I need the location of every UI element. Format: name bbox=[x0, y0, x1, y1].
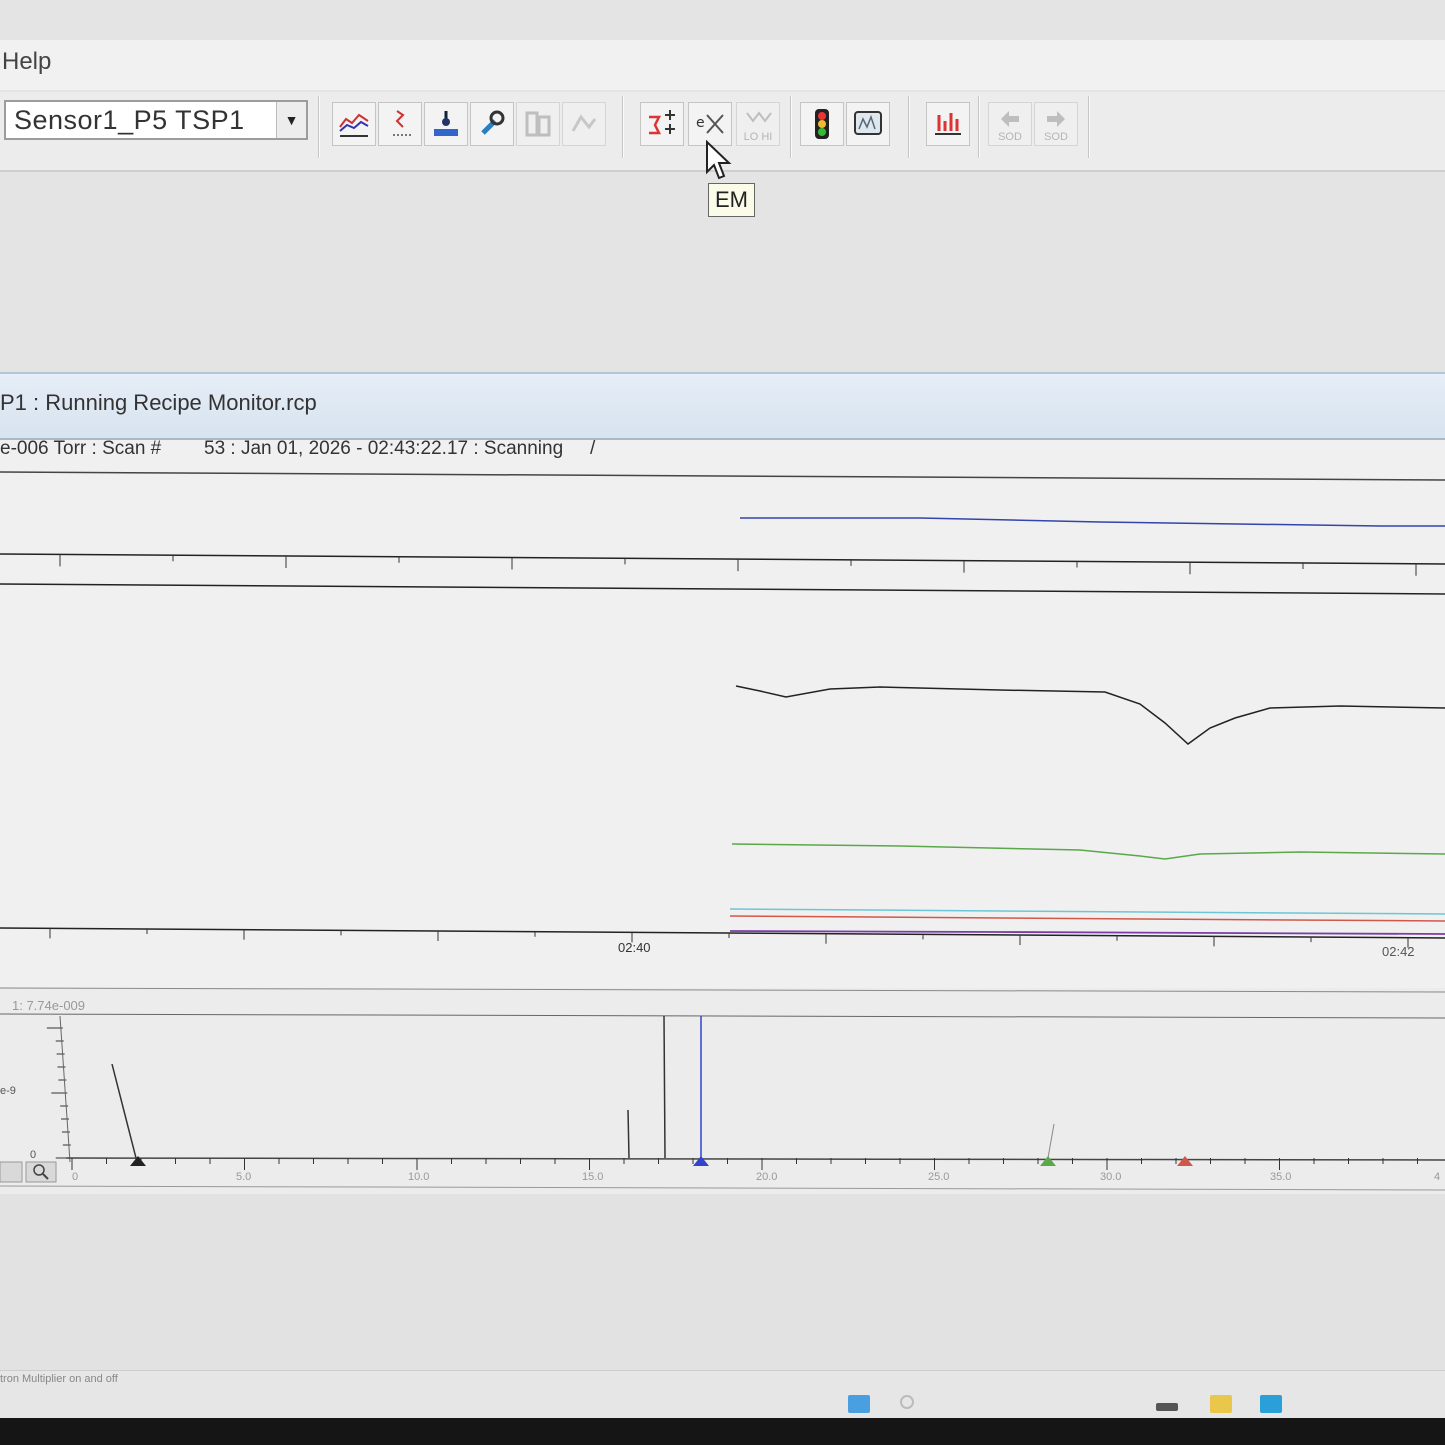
upper-trend-ticks bbox=[59, 554, 1417, 576]
toolbar-separator bbox=[908, 96, 910, 158]
calibrate-button[interactable] bbox=[516, 102, 560, 146]
status-pressure: e-006 Torr : Scan # bbox=[0, 438, 162, 459]
status-spinner: / bbox=[590, 438, 596, 459]
tune-button[interactable] bbox=[470, 102, 514, 146]
toolbar-separator bbox=[790, 96, 792, 158]
spectrum-header-label: 1: 7.74e-009 bbox=[12, 998, 85, 1013]
x-tick-label: 5.0 bbox=[236, 1171, 251, 1183]
spectrum-peak bbox=[627, 1109, 630, 1159]
upper-trend-axis bbox=[0, 553, 1445, 565]
electron-multiplier-icon: e bbox=[696, 114, 724, 134]
x-tick-label: 25.0 bbox=[928, 1171, 949, 1183]
window-title: P1 : Running Recipe Monitor.rcp bbox=[0, 390, 317, 415]
workspace-background bbox=[0, 1194, 1445, 1370]
leak-check-icon bbox=[434, 111, 458, 136]
monitor-screen-icon bbox=[854, 111, 882, 135]
analog-scan-icon bbox=[393, 110, 411, 136]
sod-forward-label: SOD bbox=[1044, 131, 1068, 143]
trend-line-red bbox=[729, 915, 1445, 922]
sod-forward-button[interactable]: SOD bbox=[1034, 102, 1078, 146]
toolbar-separator bbox=[622, 96, 624, 158]
window-title-bar: P1 : Running Recipe Monitor.rcp bbox=[0, 374, 1445, 440]
spectrum-view-button[interactable] bbox=[846, 102, 890, 146]
traffic-light-icon bbox=[815, 109, 829, 139]
filament-icon bbox=[649, 110, 675, 135]
file-explorer-icon[interactable] bbox=[1210, 1395, 1232, 1413]
menu-help[interactable]: Help bbox=[2, 48, 51, 76]
sod-back-label: SOD bbox=[998, 131, 1022, 143]
recipe-monitor-window: P1 : Running Recipe Monitor.rcp e-006 To… bbox=[0, 372, 1445, 1196]
svg-text:e: e bbox=[696, 115, 705, 131]
plot-canvas: 02:40 02:42 1: 7.74e-009 e-9 0 0 5.0 10.… bbox=[0, 471, 1445, 1196]
sensor-select[interactable]: Sensor1_P5 TSP1 ▼ bbox=[4, 100, 308, 140]
spectrum-y-label: e-9 bbox=[0, 1085, 16, 1097]
bar-chart-icon bbox=[935, 113, 961, 135]
x-tick-label: 15.0 bbox=[582, 1171, 603, 1183]
filament-button[interactable] bbox=[640, 102, 684, 146]
mouse-pointer-icon bbox=[706, 140, 732, 180]
spectrum-peak bbox=[663, 1015, 666, 1159]
task-app-icon[interactable] bbox=[1260, 1395, 1282, 1413]
start-icon[interactable] bbox=[848, 1395, 870, 1413]
toolbar-separator bbox=[318, 96, 320, 158]
toolbar-separator bbox=[978, 96, 980, 158]
bar-chart-button[interactable] bbox=[926, 102, 970, 146]
status-scan: 53 : Jan 01, 2026 - 02:43:22.17 : Scanni… bbox=[204, 438, 564, 459]
trend-line-cyan bbox=[729, 908, 1445, 915]
x-tick-label: 4 bbox=[1434, 1171, 1440, 1183]
x-tick-label: 0 bbox=[72, 1171, 78, 1183]
recipe-button[interactable] bbox=[562, 102, 606, 146]
x-tick-label: 20.0 bbox=[756, 1171, 777, 1183]
monitor-bezel bbox=[0, 1418, 1445, 1445]
leak-check-button[interactable] bbox=[424, 102, 468, 146]
taskbar bbox=[840, 1395, 1440, 1418]
toolbar-separator bbox=[1088, 96, 1090, 158]
time-tick-label: 02:42 bbox=[1382, 944, 1415, 959]
trend-line-green bbox=[731, 843, 1445, 860]
wrench-icon bbox=[481, 110, 505, 135]
lo-hi-label: LO HI bbox=[743, 131, 773, 143]
x-tick-label: 35.0 bbox=[1270, 1171, 1291, 1183]
trend-line-black bbox=[735, 685, 1445, 745]
trend-line-blue bbox=[740, 517, 1445, 527]
sensor-select-value: Sensor1_P5 TSP1 bbox=[14, 104, 245, 135]
trend-chart-icon bbox=[339, 113, 369, 137]
chevron-down-icon[interactable]: ▼ bbox=[276, 102, 306, 138]
x-tick-label: 30.0 bbox=[1100, 1171, 1121, 1183]
task-app-icon[interactable] bbox=[1156, 1403, 1178, 1411]
spectrum-scale-button[interactable] bbox=[0, 1161, 23, 1183]
calibrate-icon bbox=[525, 111, 551, 137]
status-light-button[interactable] bbox=[800, 102, 844, 146]
menu-bar: Help bbox=[0, 40, 1445, 90]
application-window: Help Sensor1_P5 TSP1 ▼ e LO HI SOD SOD E… bbox=[0, 0, 1445, 1418]
spectrum-panel bbox=[0, 988, 1445, 1196]
upper-trend-border bbox=[0, 583, 1445, 595]
analog-scan-button[interactable] bbox=[378, 102, 422, 146]
spectrum-y-zero: 0 bbox=[30, 1149, 36, 1161]
sod-back-button[interactable]: SOD bbox=[988, 102, 1032, 146]
recipe-icon bbox=[571, 114, 597, 132]
trend-top-border bbox=[0, 471, 1445, 481]
x-tick-label: 10.0 bbox=[408, 1171, 429, 1183]
scan-status-line: e-006 Torr : Scan # 53 : Jan 01, 2026 - … bbox=[0, 434, 1445, 468]
search-icon[interactable] bbox=[900, 1395, 914, 1409]
status-bar: tron Multiplier on and off bbox=[0, 1370, 1445, 1418]
status-hint: tron Multiplier on and off bbox=[0, 1373, 118, 1385]
tooltip: EM bbox=[708, 183, 755, 217]
lo-hi-button[interactable]: LO HI bbox=[736, 102, 780, 146]
plot-area: 02:40 02:42 1: 7.74e-009 e-9 0 0 5.0 10.… bbox=[0, 468, 1445, 1196]
time-tick-label: 02:40 bbox=[618, 940, 651, 955]
trend-view-button[interactable] bbox=[332, 102, 376, 146]
